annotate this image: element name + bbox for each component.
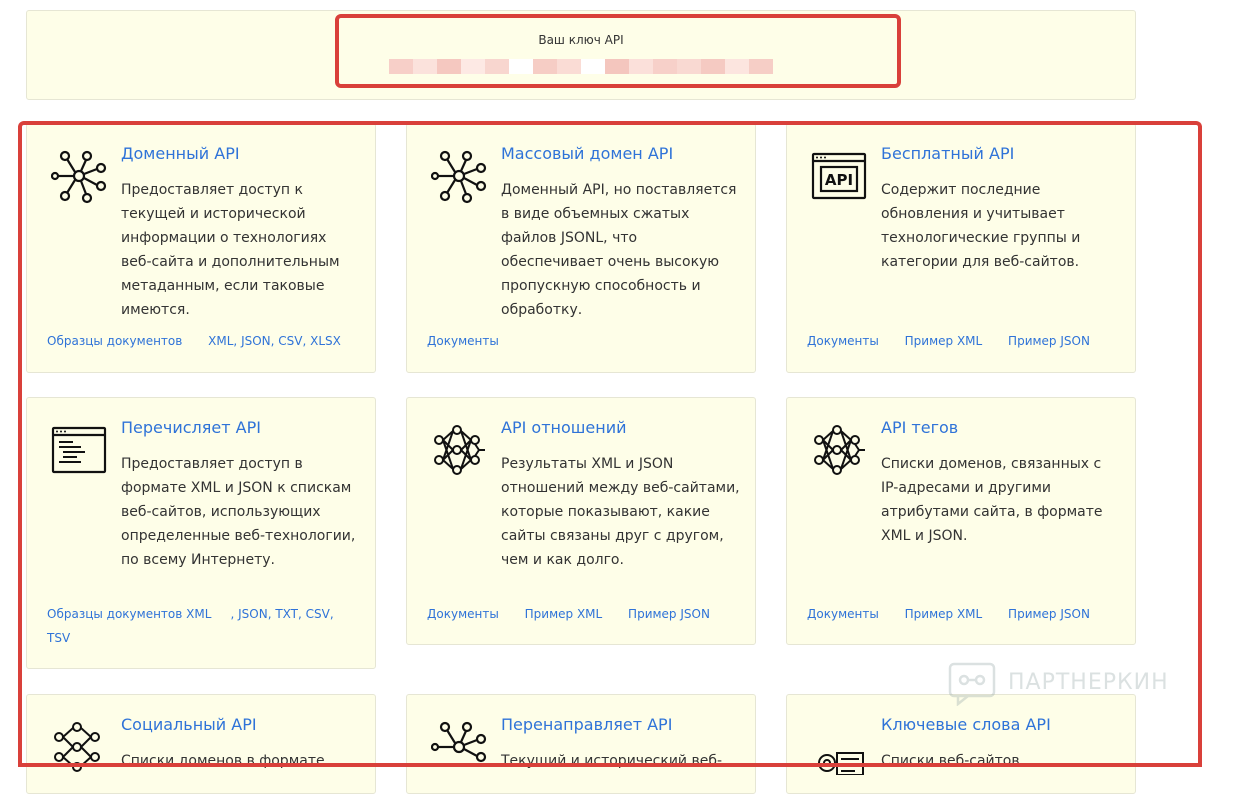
card-description: Содержит последние обновления и учитывае…: [881, 182, 1081, 270]
link-csv[interactable]: CSV: [306, 607, 330, 621]
link-json[interactable]: JSON: [238, 607, 268, 621]
card-links: Документы Пример XML Пример JSON: [807, 602, 1112, 626]
card-keywords-api: Ключевые слова API Списки веб-сайтов: [786, 694, 1136, 794]
link-xml[interactable]: XML: [186, 607, 211, 621]
card-title[interactable]: Бесплатный API: [881, 144, 1014, 163]
watermark-logo: ПАРТНЕРКИН: [948, 662, 1198, 707]
card-description: Предоставляет доступ к текущей и историч…: [121, 182, 340, 318]
card-title[interactable]: Перечисляет API: [121, 418, 261, 437]
link-docs[interactable]: Документы: [807, 607, 879, 621]
link-xml-sample[interactable]: Пример XML: [525, 607, 603, 621]
card-domain-api: Доменный API Предоставляет доступ к теку…: [26, 123, 376, 373]
card-free-api: API Бесплатный API Содержит последние об…: [786, 123, 1136, 373]
card-tags-api: API тегов Списки доменов, связанных с IP…: [786, 397, 1136, 645]
card-links: Документы: [427, 329, 521, 353]
link-json-sample[interactable]: Пример JSON: [1008, 607, 1090, 621]
card-social-api: Социальный API Списки доменов в формате: [26, 694, 376, 794]
link-xml[interactable]: XML: [208, 334, 233, 348]
card-redirects-api: Перенаправляет API Текущий и исторически…: [406, 694, 756, 794]
card-links: Образцы документов XML , JSON, TXT, CSV,…: [47, 607, 334, 645]
card-title[interactable]: Перенаправляет API: [501, 715, 672, 734]
api-key-label: Ваш ключ API: [538, 33, 624, 47]
link-json[interactable]: JSON: [241, 334, 271, 348]
card-description: Списки доменов, связанных с IP-адресами …: [881, 456, 1103, 544]
card-title[interactable]: Доменный API: [121, 144, 240, 163]
card-description: Доменный API, но поставляется в виде объ…: [501, 182, 737, 318]
link-xlsx[interactable]: XLSX: [310, 334, 341, 348]
network-nodes-icon: [431, 150, 487, 204]
card-lists-api: Перечисляет API Предоставляет доступ в ф…: [26, 397, 376, 669]
link-docs[interactable]: Документы: [807, 334, 879, 348]
link-json-sample[interactable]: Пример JSON: [1008, 334, 1090, 348]
card-title[interactable]: Массовый домен API: [501, 144, 673, 163]
api-key-panel: Ваш ключ API: [26, 10, 1136, 100]
card-description: Списки веб-сайтов: [881, 753, 1020, 769]
card-description: Результаты XML и JSON отношений между ве…: [501, 456, 740, 568]
card-title[interactable]: API отношений: [501, 418, 627, 437]
card-title[interactable]: Ключевые слова API: [881, 715, 1051, 734]
api-key-value-blurred[interactable]: [389, 59, 773, 74]
card-relations-api: API отношений Результаты XML и JSON отно…: [406, 397, 756, 645]
card-links: Документы Пример XML Пример JSON: [427, 602, 732, 626]
link-csv[interactable]: CSV: [278, 334, 302, 348]
card-links: Образцы документов XML, JSON, CSV, XLSX: [47, 334, 341, 348]
card-description: Предоставляет доступ в формате XML и JSO…: [121, 456, 356, 568]
watermark-text: ПАРТНЕРКИН: [1008, 670, 1169, 695]
card-description: Списки доменов в формате: [121, 753, 325, 769]
api-window-icon: API: [811, 152, 867, 200]
link-xml-sample[interactable]: Пример XML: [905, 607, 983, 621]
chat-bubble-icon: [948, 662, 996, 707]
link-docs[interactable]: Документы: [427, 334, 499, 348]
link-xml-sample[interactable]: Пример XML: [905, 334, 983, 348]
card-links: Документы Пример XML Пример JSON: [807, 329, 1112, 353]
link-sample-docs[interactable]: Образцы документов: [47, 334, 182, 348]
link-json-sample[interactable]: Пример JSON: [628, 607, 710, 621]
link-sample-docs[interactable]: Образцы документов: [47, 607, 182, 621]
network-nodes-icon: [51, 150, 107, 204]
link-tsv[interactable]: TSV: [47, 631, 70, 645]
card-description: Текущий и исторический веб-: [501, 753, 723, 769]
neural-network-icon: [434, 425, 485, 475]
neural-network-icon: [814, 425, 865, 475]
svg-text:API: API: [825, 171, 853, 189]
card-title[interactable]: API тегов: [881, 418, 958, 437]
code-window-icon: [51, 426, 107, 474]
link-docs[interactable]: Документы: [427, 607, 499, 621]
card-bulk-domain-api: Массовый домен API Доменный API, но пост…: [406, 123, 756, 373]
card-title[interactable]: Социальный API: [121, 715, 257, 734]
highlight-api-cards-bottom: [18, 763, 1202, 767]
link-txt[interactable]: TXT: [275, 607, 298, 621]
